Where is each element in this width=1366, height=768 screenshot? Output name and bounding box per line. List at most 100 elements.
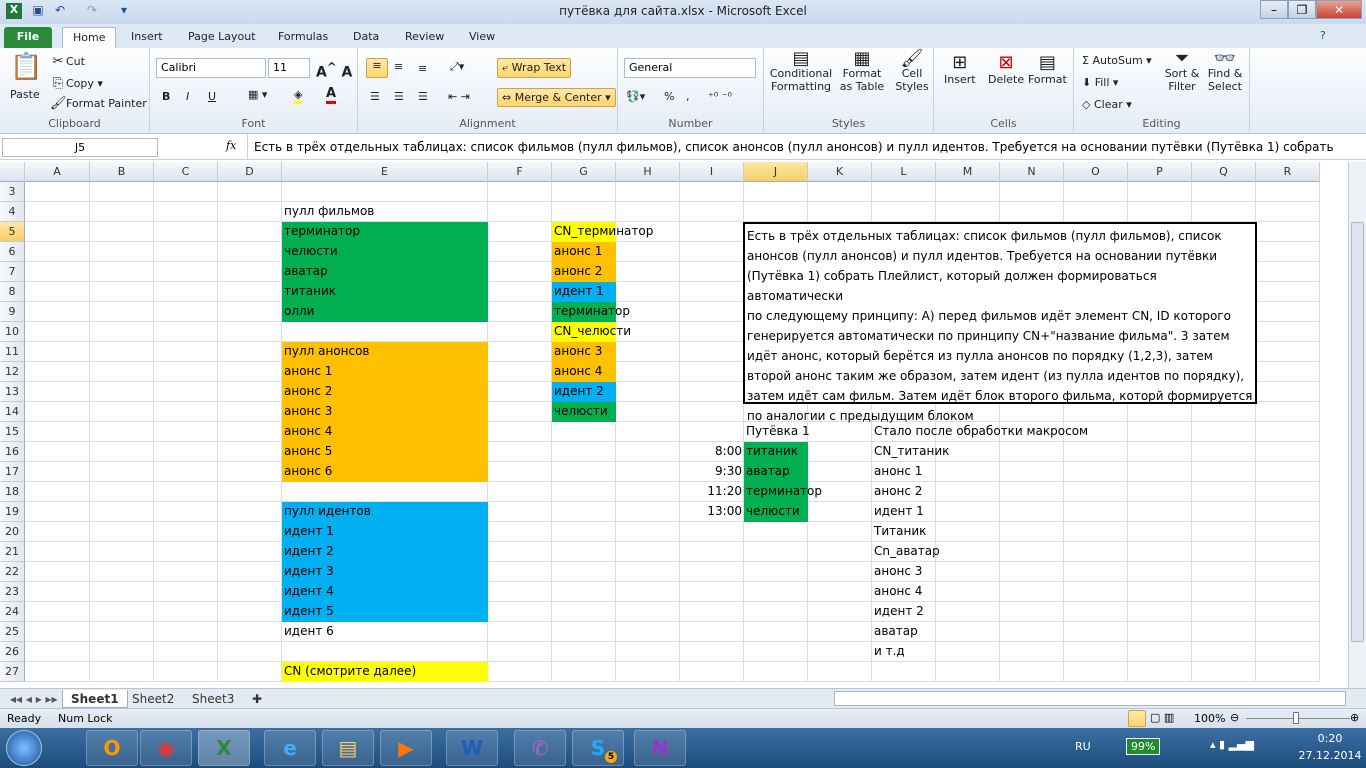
column-header-r[interactable]: R [1256,162,1320,182]
cell[interactable] [154,422,218,442]
cell[interactable] [218,242,282,262]
cell[interactable] [25,382,90,402]
cell[interactable] [25,402,90,422]
cell[interactable] [1256,322,1320,342]
cell[interactable] [936,542,1000,562]
cell[interactable] [680,422,744,442]
tab-view[interactable]: View [459,27,505,48]
row-header-14[interactable]: 14 [0,402,25,422]
cell[interactable] [218,182,282,202]
cell[interactable] [808,442,872,462]
cell[interactable] [1192,642,1256,662]
cell[interactable] [25,582,90,602]
cell[interactable] [488,522,552,542]
cell[interactable] [154,262,218,282]
column-header-j[interactable]: J [744,162,808,182]
cell[interactable] [90,362,154,382]
cell[interactable] [1064,462,1128,482]
cell[interactable] [154,462,218,482]
orientation-icon[interactable]: ⤢▾ [450,60,464,74]
decimal-icons[interactable]: ⁺⁰ ⁻⁰ [708,90,732,103]
bold-button[interactable]: B [162,90,170,103]
cell[interactable] [282,482,488,502]
cell[interactable] [90,482,154,502]
row-header-17[interactable]: 17 [0,462,25,482]
cell[interactable] [1256,622,1320,642]
cell[interactable] [218,422,282,442]
cell[interactable] [552,562,616,582]
cell-styles-button[interactable]: 🖌 Cell Styles [892,50,932,94]
cell[interactable] [1256,542,1320,562]
cell[interactable] [936,202,1000,222]
row-header-7[interactable]: 7 [0,262,25,282]
cell[interactable] [680,382,744,402]
cell[interactable] [552,642,616,662]
cell[interactable] [154,562,218,582]
cell[interactable] [680,202,744,222]
formula-input[interactable]: Есть в трёх отдельных таблицах: список ф… [247,134,1347,160]
cell[interactable] [936,482,1000,502]
cell[interactable] [1000,442,1064,462]
cell[interactable] [552,462,616,482]
cell[interactable] [1256,302,1320,322]
font-size-select[interactable]: 11 [268,58,310,78]
cell[interactable] [616,242,680,262]
cell[interactable] [744,662,808,682]
row-header-10[interactable]: 10 [0,322,25,342]
cell[interactable] [488,302,552,322]
column-header-p[interactable]: P [1128,162,1192,182]
cell[interactable] [808,602,872,622]
cell[interactable] [1192,182,1256,202]
column-header-b[interactable]: B [90,162,154,182]
cell[interactable] [552,542,616,562]
cell[interactable] [680,182,744,202]
cell[interactable] [25,462,90,482]
cell[interactable] [808,562,872,582]
cell[interactable] [1000,562,1064,582]
cell[interactable] [1256,442,1320,462]
cell[interactable] [488,562,552,582]
cell[interactable] [90,422,154,442]
cell[interactable] [488,182,552,202]
cell[interactable] [1256,402,1320,422]
taskbar-media-player-icon[interactable]: ▶ [380,730,432,766]
cell[interactable] [808,542,872,562]
indent-icons[interactable]: ⇤ ⇥ [448,90,470,103]
cell[interactable] [90,462,154,482]
cell[interactable] [616,602,680,622]
cell[interactable] [218,282,282,302]
cell[interactable] [1064,642,1128,662]
cell[interactable] [616,422,680,442]
format-painter-button[interactable]: 🖌Format Painter [50,96,147,112]
tab-file[interactable]: File [4,27,52,48]
cell[interactable] [808,622,872,642]
cell[interactable] [488,242,552,262]
cell[interactable] [552,422,616,442]
cell[interactable] [154,542,218,562]
cell[interactable] [90,242,154,262]
cell[interactable] [1256,582,1320,602]
cell[interactable] [1128,202,1192,222]
cell[interactable] [218,522,282,542]
cell[interactable] [25,262,90,282]
cell[interactable] [90,342,154,362]
cell[interactable] [90,222,154,242]
row-header-27[interactable]: 27 [0,662,25,682]
cell[interactable] [936,522,1000,542]
cell[interactable] [1192,502,1256,522]
language-indicator[interactable]: RU [1075,740,1091,753]
cell[interactable] [680,282,744,302]
cell[interactable] [872,202,936,222]
cell[interactable] [25,302,90,322]
cell[interactable] [616,522,680,542]
page-layout-view-icon[interactable]: ▢ ▥ [1150,711,1174,724]
cell[interactable] [1000,502,1064,522]
cell[interactable] [744,622,808,642]
row-header-18[interactable]: 18 [0,482,25,502]
cell[interactable] [1192,522,1256,542]
cell[interactable] [488,402,552,422]
cell[interactable] [936,582,1000,602]
cell[interactable] [218,302,282,322]
cell[interactable] [552,582,616,602]
cell[interactable] [154,502,218,522]
